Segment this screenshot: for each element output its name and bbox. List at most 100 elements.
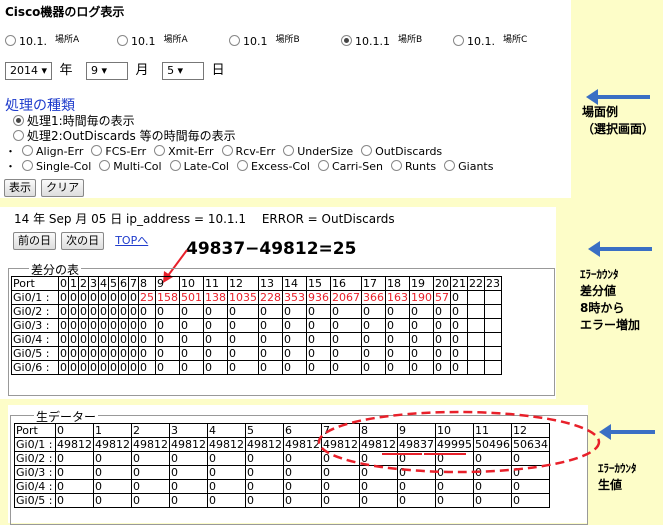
error-label: Excess-Col bbox=[250, 160, 310, 173]
diff-cell bbox=[484, 332, 502, 347]
raw-cell: 0 bbox=[169, 479, 208, 494]
location-radio[interactable] bbox=[341, 35, 352, 46]
diff-cell: 0 bbox=[282, 346, 307, 361]
diff-cell: 0 bbox=[68, 346, 79, 361]
location-option[interactable]: 10.1. 場所C bbox=[453, 32, 553, 48]
diff-cell: 0 bbox=[78, 304, 89, 319]
top-link[interactable]: TOPへ bbox=[115, 234, 148, 247]
diff-cell: 0 bbox=[258, 346, 283, 361]
raw-cell: 49812 bbox=[245, 437, 284, 452]
location-option[interactable]: 10.1 場所A bbox=[117, 32, 229, 48]
diff-note-line1: ｴﾗｰｶｳﾝﾀ bbox=[580, 268, 619, 281]
proc2-option[interactable]: 処理2:OutDiscards 等の時間毎の表示 bbox=[13, 127, 236, 144]
error-option[interactable]: Multi-Col bbox=[99, 160, 162, 173]
diff-header-row: Port 0 1 2 3 4 5 6 7 8 9 10 11 12 13 14 15 16 17 18 19 20 21 22… bbox=[11, 276, 502, 291]
proc1-radio[interactable] bbox=[13, 115, 24, 126]
error-radio[interactable] bbox=[154, 145, 166, 156]
prev-day-button[interactable]: 前の日 bbox=[13, 232, 56, 250]
raw-port: Gi0/5 : bbox=[14, 493, 56, 508]
error-radio[interactable] bbox=[99, 160, 111, 171]
error-radio[interactable] bbox=[236, 160, 248, 171]
error-option[interactable]: Rcv-Err bbox=[221, 145, 275, 158]
next-day-button[interactable]: 次の日 bbox=[61, 232, 105, 250]
diff-cell: 0 bbox=[306, 346, 331, 361]
error-option[interactable]: Runts bbox=[391, 160, 436, 173]
error-radio[interactable] bbox=[391, 160, 402, 171]
raw-port: Gi0/4 : bbox=[14, 479, 56, 494]
error-radio[interactable] bbox=[22, 145, 33, 156]
diff-cell: 0 bbox=[385, 360, 410, 375]
diff-port: Gi0/5 : bbox=[11, 346, 59, 361]
error-option[interactable]: FCS-Err bbox=[91, 145, 146, 158]
raw-cell: 0 bbox=[511, 493, 550, 508]
raw-cell: 0 bbox=[473, 479, 512, 494]
diff-cell: 936 bbox=[306, 290, 331, 305]
proc2-radio[interactable] bbox=[13, 130, 24, 141]
raw-cell: 0 bbox=[397, 479, 436, 494]
diff-cell: 1035 bbox=[227, 290, 259, 305]
error-radio[interactable] bbox=[221, 145, 233, 156]
diff-cell: 0 bbox=[108, 360, 119, 375]
error-radio[interactable] bbox=[169, 160, 181, 171]
year-select[interactable]: 2014 ▾ bbox=[5, 62, 53, 80]
raw-cell: 0 bbox=[131, 493, 170, 508]
raw-cell: 0 bbox=[245, 479, 284, 494]
error-option[interactable]: Excess-Col bbox=[236, 160, 310, 173]
diff-cell: 0 bbox=[306, 360, 331, 375]
error-option[interactable]: OutDiscards bbox=[361, 145, 442, 158]
diff-col-header: 15 bbox=[306, 276, 331, 291]
diff-cell: 0 bbox=[179, 332, 204, 347]
diff-cell: 0 bbox=[433, 346, 451, 361]
error-option[interactable]: Xmit-Err bbox=[154, 145, 214, 158]
diff-col-header: 19 bbox=[409, 276, 434, 291]
month-select[interactable]: 9 ▾ bbox=[86, 62, 129, 80]
diff-cell: 0 bbox=[450, 290, 468, 305]
bullet-icon: ・ bbox=[5, 160, 16, 173]
error-option[interactable]: UnderSize bbox=[283, 145, 353, 158]
clear-button[interactable]: クリア bbox=[41, 179, 85, 197]
diff-cell: 0 bbox=[88, 318, 99, 333]
error-radio[interactable] bbox=[317, 160, 329, 171]
diff-cell: 163 bbox=[385, 290, 410, 305]
raw-cell: 0 bbox=[93, 493, 132, 508]
day-select[interactable]: 5 ▾ bbox=[162, 62, 205, 80]
raw-col-header: 4 bbox=[207, 423, 246, 438]
location-option[interactable]: 10.1.1 場所B bbox=[341, 32, 453, 48]
year-value: 2014 bbox=[10, 64, 38, 77]
error-radio[interactable] bbox=[361, 145, 373, 156]
location-radio[interactable] bbox=[453, 35, 464, 46]
diff-cell: 0 bbox=[433, 360, 451, 375]
diff-port: Gi0/3 : bbox=[11, 318, 59, 333]
error-option[interactable]: Giants bbox=[444, 160, 493, 173]
location-option[interactable]: 10.1 場所B bbox=[229, 32, 341, 48]
show-button[interactable]: 表示 bbox=[4, 179, 36, 197]
location-radio[interactable] bbox=[5, 35, 16, 46]
diff-cell: 0 bbox=[385, 346, 410, 361]
raw-panel: 生データー Port 0 1 2 3 4 5 6 7 8 9 10 11 12 Gi0/1 :49812 49… bbox=[8, 405, 601, 525]
diff-cell: 0 bbox=[203, 318, 228, 333]
diff-cell: 0 bbox=[78, 332, 89, 347]
error-radio[interactable] bbox=[283, 145, 295, 156]
diff-col-header: 3 bbox=[88, 276, 99, 291]
diff-cell bbox=[484, 360, 502, 375]
diff-cell: 0 bbox=[450, 346, 468, 361]
diff-col-header: 12 bbox=[227, 276, 259, 291]
location-radio[interactable] bbox=[229, 35, 240, 46]
error-option[interactable]: Align-Err bbox=[22, 145, 83, 158]
diff-cell: 0 bbox=[179, 360, 204, 375]
diff-cell: 0 bbox=[409, 332, 434, 347]
error-option[interactable]: Single-Col bbox=[22, 160, 91, 173]
error-radio[interactable] bbox=[91, 145, 103, 156]
location-radio[interactable] bbox=[117, 35, 128, 46]
scene-note-line1: 場面例 bbox=[582, 105, 619, 119]
raw-cell: 0 bbox=[245, 493, 284, 508]
location-option[interactable]: 10.1. 場所A bbox=[5, 32, 117, 48]
log-date-ip: 14 年 Sep 月 05 日 ip_address = 10.1.1 bbox=[14, 212, 246, 226]
error-radio[interactable] bbox=[444, 160, 456, 171]
error-radio[interactable] bbox=[22, 160, 33, 171]
error-option[interactable]: Carri-Sen bbox=[317, 160, 383, 173]
error-option[interactable]: Late-Col bbox=[169, 160, 229, 173]
raw-note: ｴﾗｰｶｳﾝﾀ 生値 bbox=[598, 460, 637, 494]
diff-cell: 0 bbox=[108, 318, 119, 333]
diff-cell: 0 bbox=[282, 318, 307, 333]
